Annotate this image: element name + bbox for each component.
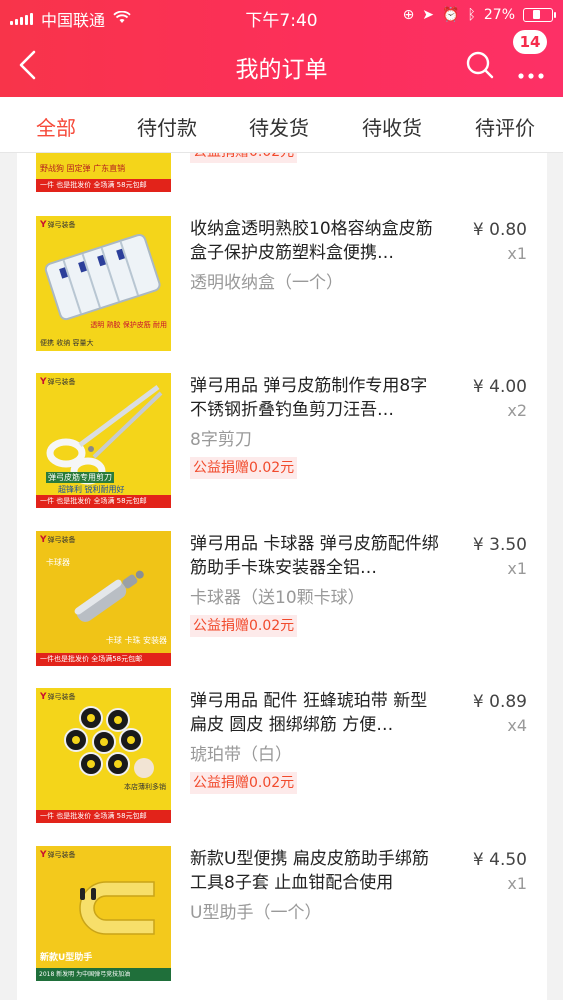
thumb-caption: 卡球 卡珠 安装器 — [105, 636, 167, 645]
thumb-caption: 超锋利 锐利耐用好 — [58, 485, 125, 494]
search-button[interactable] — [464, 48, 496, 82]
product-thumbnail[interactable]: Y弹弓装备 本店薄利多销 一件 也是批发价 全场满 58元包邮 — [36, 688, 171, 823]
thumb-promo-bar: 一件也是批发价 全场满58元包邮 — [36, 653, 171, 666]
product-title[interactable]: 弹弓用品 卡球器 弹弓皮筋配件绑筋助手卡珠安装器全铝… — [190, 532, 440, 580]
thumb-caption: 本店薄利多销 — [124, 783, 166, 791]
order-item[interactable]: Y弹弓装备 卡球器 卡球 卡珠 安装器 一件也是批发价 全场满58元包邮 弹弓用… — [17, 531, 547, 671]
product-thumbnail[interactable]: Y弹弓装备 弹弓皮筋专用剪刀 超锋利 锐利耐用好 一件 也是批发价 全场满 58… — [36, 373, 171, 508]
product-title[interactable]: 新款U型便携 扁皮皮筋助手绑筋工具8子套 止血钳配合使用 — [190, 847, 440, 895]
order-item[interactable]: Y弹弓装备 新款U型助手 2018 新发明 为中国弹弓竞技加油 新款U型便携 扁… — [17, 846, 547, 986]
order-item[interactable]: Y弹弓装备 弹弓皮筋专用剪刀 超锋利 锐利耐用好 一件 也是批发价 全场满 58… — [17, 373, 547, 513]
tab-pending-payment[interactable]: 待付款 — [137, 112, 197, 141]
bluetooth-icon: ᛒ — [467, 7, 476, 23]
order-card: 野战狗 固定弹 广东直销 一件 也是批发价 全场满 58元包邮 公益捐赠0.02… — [17, 153, 547, 1000]
product-price: ¥ 0.80 — [472, 220, 527, 240]
product-spec: 琥珀带（白） — [190, 745, 292, 765]
message-count-badge: 14 — [513, 30, 547, 54]
amber-band-rolls-image — [64, 706, 154, 778]
thumb-promo-bar: 一件 也是批发价 全场满 58元包邮 — [36, 179, 171, 192]
order-item-partial[interactable]: 野战狗 固定弹 广东直销 一件 也是批发价 全场满 58元包邮 公益捐赠0.02… — [17, 153, 547, 197]
rotation-lock-icon: ⊕ — [402, 7, 415, 23]
product-price: ¥ 4.00 — [472, 377, 527, 397]
product-quantity: x4 — [507, 716, 527, 735]
product-quantity: x1 — [507, 559, 527, 578]
thumb-caption: 新款U型助手 — [40, 953, 93, 963]
charity-tag: 公益捐赠0.02元 — [190, 153, 298, 163]
product-spec: U型助手（一个） — [190, 903, 322, 923]
alarm-icon: ⏰ — [442, 7, 460, 23]
battery-icon — [523, 8, 556, 22]
status-bar: 中国联通 下午7:40 ⊕ ➤ ⏰ ᛒ 27% — [0, 0, 563, 34]
product-spec: 8字剪刀 — [190, 430, 252, 450]
battery-percent: 27% — [483, 7, 515, 23]
thumb-caption: 2018 新发明 为中国弹弓竞技加油 — [36, 968, 171, 981]
tab-pending-shipment[interactable]: 待发货 — [249, 112, 309, 141]
storage-box-image — [44, 233, 161, 321]
tab-all[interactable]: 全部 — [36, 112, 76, 141]
product-price: ¥ 3.50 — [472, 535, 527, 555]
thumb-promo-bar: 一件 也是批发价 全场满 58元包邮 — [36, 810, 171, 823]
nav-bar: 我的订单 — [0, 34, 563, 97]
more-button[interactable] — [513, 50, 549, 80]
more-dots-icon — [518, 73, 544, 79]
product-thumbnail[interactable]: Y弹弓装备 便携 收纳 容量大 透明 熟胶 保护皮筋 耐用 — [36, 216, 171, 351]
product-quantity: x1 — [507, 874, 527, 893]
product-price: ¥ 4.50 — [472, 850, 527, 870]
tab-pending-review[interactable]: 待评价 — [475, 112, 535, 141]
thumb-caption: 便携 收纳 容量大 — [40, 338, 94, 348]
product-title[interactable]: 弹弓用品 弹弓皮筋制作专用8字不锈钢折叠钓鱼剪刀汪吾… — [190, 374, 440, 422]
product-price: ¥ 0.89 — [472, 692, 527, 712]
location-icon: ➤ — [422, 7, 435, 23]
thumb-caption: 野战狗 固定弹 广东直销 — [40, 164, 126, 173]
charity-tag: 公益捐赠0.02元 — [190, 615, 298, 637]
charity-tag: 公益捐赠0.02元 — [190, 457, 298, 479]
product-thumbnail[interactable]: Y弹弓装备 卡球器 卡球 卡珠 安装器 一件也是批发价 全场满58元包邮 — [36, 531, 171, 666]
product-quantity: x1 — [507, 244, 527, 263]
product-spec: 透明收纳盒（一个） — [190, 273, 343, 293]
product-title[interactable]: 弹弓用品 配件 狂蜂琥珀带 新型 扁皮 圆皮 捆绑绑筋 方便… — [190, 689, 440, 737]
charity-tag: 公益捐赠0.02元 — [190, 772, 298, 794]
tab-pending-receipt[interactable]: 待收货 — [362, 112, 422, 141]
search-icon — [466, 51, 494, 79]
thumb-caption: 弹弓皮筋专用剪刀 — [46, 472, 114, 483]
order-status-tabs: 全部 待付款 待发货 待收货 待评价 — [0, 97, 563, 153]
order-item[interactable]: Y弹弓装备 便携 收纳 容量大 透明 熟胶 保护皮筋 耐用 收纳盒透明熟胶10格… — [17, 216, 547, 356]
product-quantity: x2 — [507, 401, 527, 420]
app-header: 中国联通 下午7:40 ⊕ ➤ ⏰ ᛒ 27% 我的订单 14 — [0, 0, 563, 97]
order-item[interactable]: Y弹弓装备 本店薄利多销 一件 也是批发价 全场满 58元包邮 弹弓用品 配件 … — [17, 688, 547, 828]
product-spec: 卡球器（送10颗卡球） — [190, 588, 365, 608]
thumb-caption: 透明 熟胶 保护皮筋 耐用 — [90, 321, 167, 329]
product-thumbnail[interactable]: Y弹弓装备 新款U型助手 2018 新发明 为中国弹弓竞技加油 — [36, 846, 171, 981]
product-thumbnail[interactable]: 野战狗 固定弹 广东直销 一件 也是批发价 全场满 58元包邮 — [36, 153, 171, 192]
product-title[interactable]: 收纳盒透明熟胶10格容纳盒皮筋盒子保护皮筋塑料盒便携… — [190, 217, 440, 265]
thumb-promo-bar: 一件 也是批发价 全场满 58元包邮 — [36, 495, 171, 508]
